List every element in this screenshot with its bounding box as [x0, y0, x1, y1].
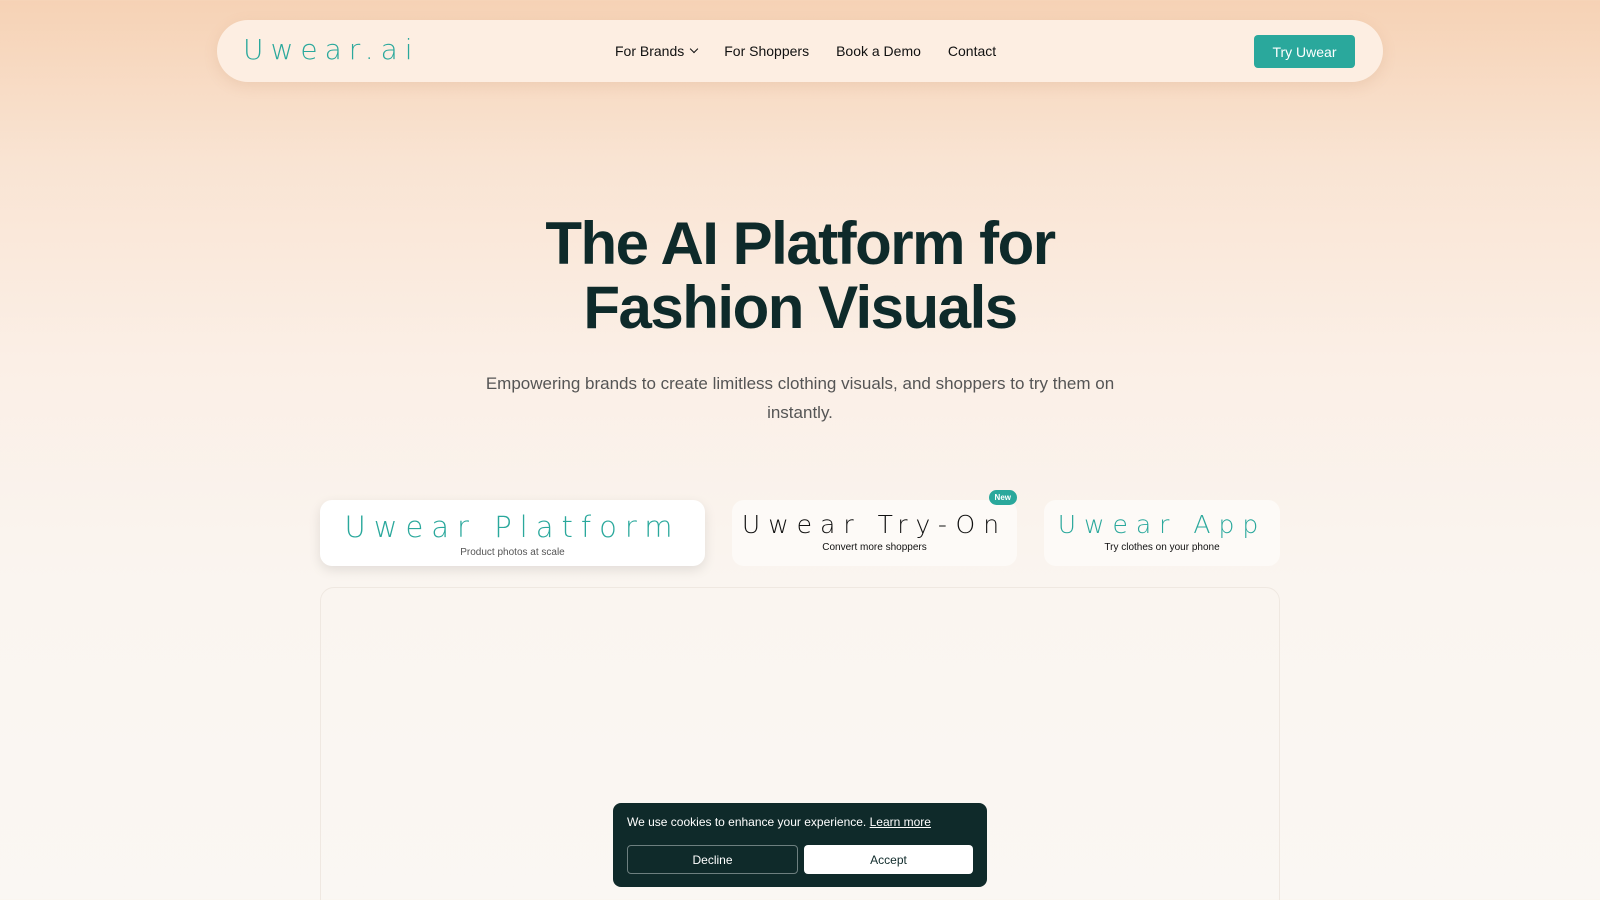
nav-links: For Brands For Shoppers Book a Demo Cont… [615, 20, 1023, 82]
tab-subtitle: Product photos at scale [460, 547, 565, 558]
tab-uwear-platform[interactable]: Uwear Platform Product photos at scale [320, 500, 705, 566]
try-uwear-button[interactable]: Try Uwear [1254, 35, 1355, 68]
nav-contact[interactable]: Contact [948, 43, 996, 59]
cookie-text: We use cookies to enhance your experienc… [627, 815, 867, 829]
nav-for-brands[interactable]: For Brands [615, 43, 699, 59]
learn-more-link[interactable]: Learn more [870, 815, 931, 829]
top-navbar: Uwear.ai For Brands For Shoppers Book a … [217, 20, 1383, 82]
tab-subtitle: Try clothes on your phone [1104, 542, 1220, 553]
cookie-message: We use cookies to enhance your experienc… [627, 815, 973, 829]
hero-title-line2: Fashion Visuals [583, 274, 1018, 341]
new-badge: New [988, 490, 1017, 505]
tab-title: Uwear App [1057, 510, 1267, 539]
chevron-down-icon [690, 44, 699, 54]
nav-for-brands-label: For Brands [615, 43, 685, 59]
nav-for-shoppers[interactable]: For Shoppers [724, 43, 809, 59]
tab-uwear-try-on[interactable]: New Uwear Try-On Convert more shoppers [732, 490, 1017, 566]
tab-subtitle: Convert more shoppers [822, 542, 927, 553]
tab-title: Uwear Try-On [741, 510, 1008, 539]
hero-title: The AI Platform for Fashion Visuals [0, 212, 1600, 340]
hero-subtitle: Empowering brands to create limitless cl… [485, 374, 1115, 422]
logo[interactable]: Uwear.ai [243, 33, 420, 66]
tab-title: Uwear Platform [344, 510, 681, 544]
cookie-banner: We use cookies to enhance your experienc… [613, 803, 987, 887]
decline-button[interactable]: Decline [627, 845, 798, 874]
tab-uwear-app[interactable]: Uwear App Try clothes on your phone [1044, 500, 1280, 566]
nav-book-demo[interactable]: Book a Demo [836, 43, 921, 59]
accept-button[interactable]: Accept [804, 845, 973, 874]
cookie-buttons: Decline Accept [627, 845, 973, 874]
hero-title-line1: The AI Platform for [545, 210, 1056, 277]
